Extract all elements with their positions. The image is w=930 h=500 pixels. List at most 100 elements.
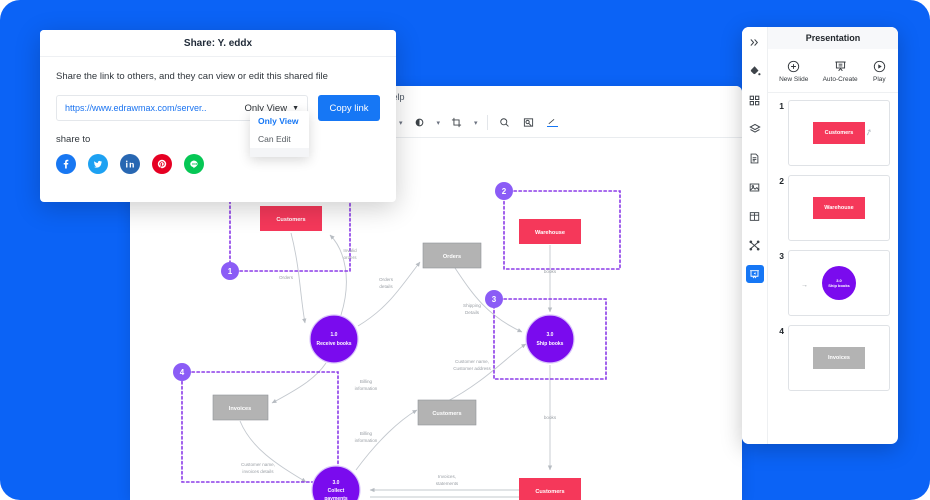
svg-text:Customers: Customers [535, 489, 564, 495]
dropdown-option-can-edit[interactable]: Can Edit [250, 130, 309, 148]
svg-text:Warehouse: Warehouse [535, 230, 565, 236]
entity-customers-bottom[interactable]: Customers [519, 478, 581, 500]
line-icon[interactable] [184, 154, 204, 174]
dropdown-option-only-view[interactable]: Only View [250, 112, 309, 130]
highlighter-icon[interactable] [545, 115, 560, 130]
store-invoices[interactable]: Invoices [213, 395, 268, 420]
flow-label: orders [343, 255, 357, 260]
crop-icon[interactable] [449, 115, 464, 130]
share-link-input[interactable] [65, 103, 238, 113]
layers-icon[interactable] [746, 120, 764, 138]
process-collect-payments[interactable]: 3.0 Collect payments [312, 466, 360, 500]
slide-item[interactable]: 3 3.0 Ship books → [768, 250, 898, 325]
slide-number: 2 [779, 176, 784, 186]
flow-label: Shipping [463, 303, 481, 308]
share-dialog: Share: Y. eddx Share the link to others,… [40, 30, 396, 202]
slide-item[interactable]: 4 Invoices [768, 325, 898, 400]
slide-number: 3 [779, 251, 784, 261]
process-ship-books[interactable]: 3.0 Ship books [526, 315, 574, 363]
flow-label: Billing [360, 379, 373, 384]
grid-icon[interactable] [746, 91, 764, 109]
fill-color-caret-icon[interactable]: ▾ [399, 119, 403, 127]
slide-badge[interactable]: 4 [173, 363, 191, 381]
entity-warehouse[interactable]: Warehouse [519, 219, 581, 244]
slide-thumbnail[interactable]: 3.0 Ship books → [788, 250, 890, 316]
slide-item[interactable]: 1 Customers ➚ [768, 100, 898, 175]
slide-number: 1 [779, 101, 784, 111]
svg-text:payments: payments [324, 496, 348, 500]
auto-create-button[interactable]: Auto-Create [823, 59, 858, 83]
slide-badge-number: 3 [492, 295, 497, 304]
zoom-icon[interactable] [497, 115, 512, 130]
image-icon[interactable] [746, 178, 764, 196]
flow-label: information [355, 438, 378, 443]
slide-badge[interactable]: 3 [485, 290, 503, 308]
plus-circle-icon [786, 59, 801, 74]
auto-create-label: Auto-Create [822, 75, 858, 83]
slide-thumbnail[interactable]: Customers ➚ [788, 100, 890, 166]
svg-text:Ship books: Ship books [537, 341, 564, 347]
svg-text:Customers: Customers [276, 217, 305, 223]
fill-bucket-icon[interactable] [746, 62, 764, 80]
slide-thumbnail[interactable]: Warehouse [788, 175, 890, 241]
svg-text:Orders: Orders [443, 254, 461, 260]
slide-shape-line2: Ship books [828, 283, 850, 288]
play-button[interactable]: Play [872, 59, 887, 83]
flow-label: Orders [279, 275, 294, 280]
presentation-icon[interactable] [745, 265, 764, 283]
presentation-panel: Presentation New Slide Auto-Create Play … [742, 27, 898, 444]
slide-shape-circle: 3.0 Ship books [822, 266, 856, 300]
copy-link-button[interactable]: Copy link [318, 95, 380, 121]
slide-arrow-icon: → [801, 282, 808, 289]
svg-text:Receive books: Receive books [316, 341, 351, 347]
screenshot-icon[interactable] [521, 115, 536, 130]
twitter-icon[interactable] [88, 154, 108, 174]
crop-caret-icon[interactable]: ▾ [474, 119, 478, 127]
flow-label: books [544, 415, 557, 420]
slide-thumbnail[interactable]: Invoices [788, 325, 890, 391]
document-icon[interactable] [746, 149, 764, 167]
shadow-caret-icon[interactable]: ▾ [437, 119, 441, 127]
store-orders[interactable]: Orders [423, 243, 481, 268]
flow-label: Customer address [453, 366, 491, 371]
slide-shape-rect: Customers [813, 122, 865, 144]
slide-shape-rect: Invoices [813, 347, 865, 369]
svg-text:Invoices: Invoices [229, 406, 251, 412]
toolbar-divider [486, 115, 488, 130]
slide-badge[interactable]: 1 [221, 262, 239, 280]
social-share-list [56, 154, 380, 174]
play-label: Play [873, 75, 886, 83]
presentation-actions: New Slide Auto-Create Play [768, 49, 898, 93]
facebook-icon[interactable] [56, 154, 76, 174]
auto-create-icon [833, 59, 848, 74]
flow-label: Invalid [343, 248, 357, 253]
flow-label: Orders [379, 277, 394, 282]
slide-item[interactable]: 2 Warehouse [768, 175, 898, 250]
flow-label: Billing [360, 431, 373, 436]
share-link-row: Only View ▼ Copy link [56, 95, 380, 121]
new-slide-button[interactable]: New Slide [779, 59, 808, 83]
slide-badge[interactable]: 2 [495, 182, 513, 200]
new-slide-label: New Slide [779, 75, 809, 83]
slide-list[interactable]: 1 Customers ➚ 2 Warehouse 3 3.0 Ship books → 4 Inv… [768, 93, 898, 444]
flow-label: invoices details [242, 469, 274, 474]
process-receive-books[interactable]: 1.0 Receive books [310, 315, 358, 363]
presentation-title: Presentation [768, 27, 898, 49]
svg-text:Customers: Customers [432, 411, 461, 417]
entity-customers-top[interactable]: Customers [260, 206, 322, 231]
shadow-icon[interactable] [412, 115, 427, 130]
store-customers[interactable]: Customers [418, 400, 476, 425]
share-dialog-body: Share the link to others, and they can v… [40, 57, 396, 174]
chevron-double-right-icon[interactable] [746, 33, 764, 51]
slide-shape-rect: Warehouse [813, 197, 865, 219]
shuffle-icon[interactable] [746, 236, 764, 254]
pinterest-icon[interactable] [152, 154, 172, 174]
diagram-connectors [240, 233, 550, 497]
share-dialog-title: Share: Y. eddx [40, 30, 396, 57]
flow-labels: Orders Invalid orders Orders details books Shi… [241, 248, 557, 486]
linkedin-icon[interactable] [120, 154, 140, 174]
share-to-label: share to [56, 134, 91, 145]
table-icon[interactable] [746, 207, 764, 225]
presentation-main: Presentation New Slide Auto-Create Play … [768, 27, 898, 444]
flow-label: statements [436, 481, 459, 486]
